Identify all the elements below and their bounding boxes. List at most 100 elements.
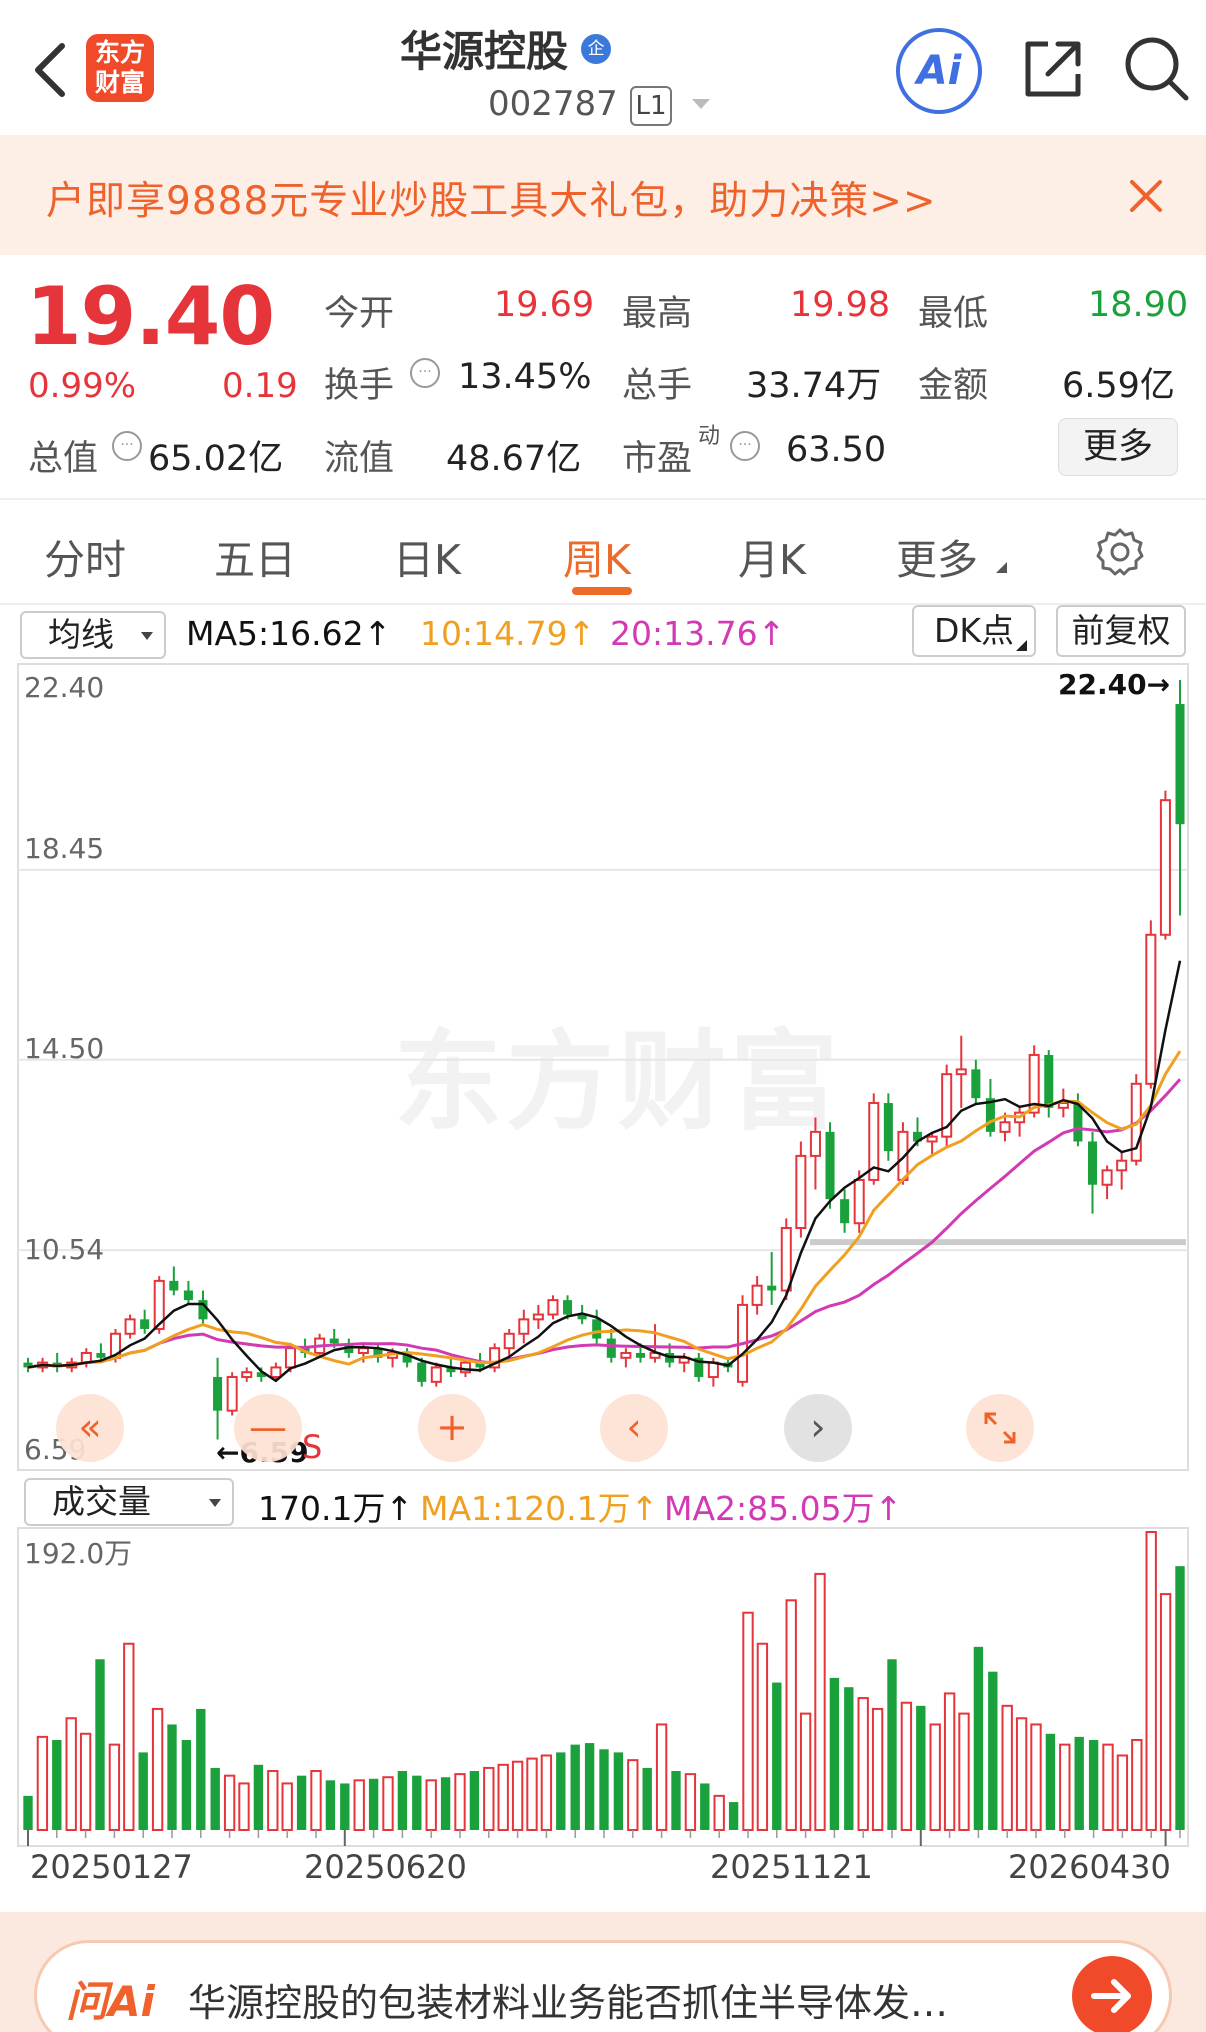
candle-body bbox=[547, 1299, 559, 1316]
volume-bar bbox=[742, 1611, 754, 1832]
volume-bar bbox=[671, 1771, 681, 1830]
volume-bar bbox=[887, 1659, 897, 1830]
candle-body bbox=[241, 1371, 253, 1379]
candle-body bbox=[780, 1227, 792, 1292]
ask-ai-question[interactable]: 华源控股的包装材料业务能否抓住半导体发… bbox=[188, 1972, 948, 2027]
volume-bar bbox=[584, 1743, 595, 1830]
fullscreen-button[interactable] bbox=[966, 1394, 1034, 1462]
volume-bar bbox=[497, 1763, 509, 1831]
volume-bar bbox=[425, 1779, 437, 1832]
volume-indicator-selector[interactable]: 成交量 bbox=[24, 1478, 234, 1526]
candle-body bbox=[825, 1131, 835, 1200]
volume-bar bbox=[929, 1723, 941, 1832]
volume-bar bbox=[943, 1692, 956, 1831]
volume-bar bbox=[511, 1760, 524, 1832]
volume-ma2-value: MA2:85.05万↑ bbox=[664, 1489, 903, 1528]
arrow-right-icon bbox=[1091, 1979, 1131, 2013]
volume-bar bbox=[196, 1708, 206, 1830]
candle-body bbox=[357, 1347, 369, 1354]
volume-bar bbox=[123, 1642, 135, 1831]
volume-bar bbox=[772, 1682, 782, 1830]
volume-bar bbox=[814, 1572, 826, 1831]
volume-bar bbox=[382, 1776, 394, 1831]
price-panel-frame bbox=[17, 663, 1189, 1471]
volume-bar bbox=[1102, 1743, 1114, 1831]
candle-body bbox=[96, 1352, 106, 1358]
volume-ma1-value: MA1:120.1万↑ bbox=[420, 1489, 659, 1528]
candle-body bbox=[226, 1376, 238, 1412]
volume-bar bbox=[483, 1766, 495, 1831]
candle-body bbox=[795, 1154, 807, 1230]
candle-body bbox=[140, 1319, 150, 1329]
candle-body bbox=[955, 1068, 967, 1076]
candle-body bbox=[606, 1338, 616, 1358]
candle-body bbox=[430, 1366, 442, 1383]
volume-bar bbox=[238, 1782, 250, 1831]
candle-body bbox=[767, 1285, 777, 1291]
volume-bar bbox=[296, 1775, 307, 1830]
volume-bar bbox=[340, 1783, 350, 1830]
volume-bar bbox=[95, 1659, 105, 1830]
volume-bar bbox=[353, 1779, 365, 1832]
volume-bar bbox=[556, 1752, 566, 1830]
zoom-in-button[interactable]: + bbox=[418, 1394, 486, 1462]
volume-bar bbox=[65, 1717, 77, 1831]
expand-icon bbox=[984, 1412, 1016, 1444]
candle-body bbox=[503, 1332, 515, 1350]
scroll-left-fast-button[interactable]: « bbox=[56, 1394, 124, 1462]
volume-bar bbox=[785, 1599, 797, 1831]
volume-bar bbox=[1175, 1566, 1185, 1830]
kline-chart[interactable] bbox=[0, 0, 1206, 1912]
candle-body bbox=[592, 1319, 602, 1339]
caret-down-icon bbox=[209, 1499, 221, 1507]
candle-body bbox=[1087, 1141, 1098, 1185]
candle-body bbox=[518, 1318, 530, 1335]
volume-bar bbox=[36, 1735, 49, 1831]
volume-bar bbox=[627, 1759, 639, 1831]
candle-body bbox=[971, 1069, 981, 1099]
max-price-marker: 22.40→ bbox=[1058, 668, 1171, 701]
volume-bar bbox=[181, 1739, 192, 1830]
x-tick-label: 20250127 bbox=[30, 1848, 193, 1886]
candle-body bbox=[635, 1352, 645, 1358]
volume-bar bbox=[700, 1783, 710, 1830]
volume-bar bbox=[267, 1770, 279, 1832]
volume-bar bbox=[223, 1774, 236, 1832]
scroll-left-button[interactable]: ‹ bbox=[600, 1394, 668, 1462]
volume-bar bbox=[1116, 1754, 1129, 1831]
candle-body bbox=[1116, 1159, 1128, 1172]
x-tick-label: 20250620 bbox=[304, 1848, 467, 1886]
candle-body bbox=[183, 1290, 193, 1301]
volume-bar bbox=[253, 1764, 264, 1830]
volume-bar bbox=[1030, 1723, 1042, 1832]
volume-value: 170.1万↑ bbox=[258, 1489, 414, 1528]
volume-bar bbox=[1145, 1531, 1157, 1831]
volume-bar bbox=[871, 1707, 884, 1831]
candle-body bbox=[563, 1300, 573, 1315]
volume-bar bbox=[756, 1642, 769, 1831]
candle-body bbox=[999, 1121, 1011, 1133]
candle-body bbox=[169, 1280, 179, 1291]
volume-bar bbox=[599, 1749, 609, 1830]
volume-bar bbox=[570, 1744, 580, 1830]
y-tick-label: 22.40 bbox=[24, 671, 105, 704]
candle-body bbox=[1101, 1169, 1113, 1186]
candle-body bbox=[329, 1338, 339, 1344]
candle-body bbox=[620, 1351, 632, 1359]
zoom-out-button[interactable]: — bbox=[234, 1394, 302, 1462]
x-tick-label: 20260430 bbox=[1008, 1848, 1171, 1886]
candle-body bbox=[853, 1178, 865, 1225]
candle-body bbox=[809, 1130, 821, 1157]
candle-body bbox=[1057, 1102, 1069, 1109]
scroll-right-button[interactable]: › bbox=[784, 1394, 852, 1462]
ask-ai-go-button[interactable] bbox=[1072, 1956, 1152, 2032]
volume-bar bbox=[1045, 1733, 1056, 1830]
volume-bar bbox=[857, 1697, 869, 1831]
volume-bar bbox=[167, 1724, 177, 1830]
volume-bar bbox=[1159, 1593, 1172, 1832]
volume-bar bbox=[958, 1712, 970, 1831]
volume-bar bbox=[642, 1767, 652, 1830]
volume-bar bbox=[1015, 1717, 1028, 1831]
volume-bar bbox=[440, 1777, 451, 1830]
candle-body bbox=[840, 1199, 850, 1224]
